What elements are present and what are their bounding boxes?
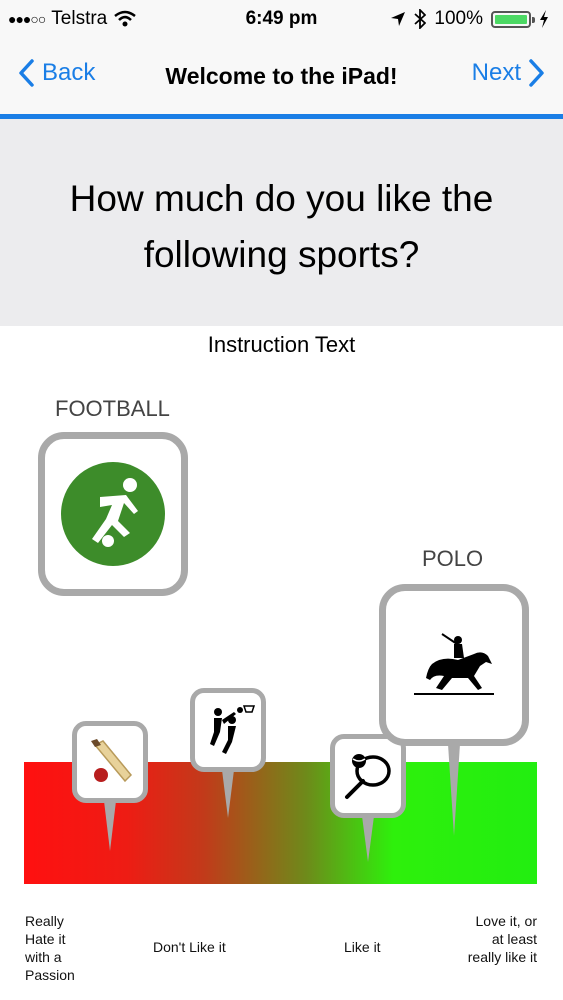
netball-pin-stem	[222, 770, 234, 818]
netball-tile[interactable]	[190, 688, 266, 772]
football-player-icon	[61, 462, 165, 566]
scale-label-love: Love it, or at least really like it	[467, 913, 537, 965]
tennis-pin-stem	[362, 816, 374, 862]
tennis-racket-ball-icon	[345, 754, 391, 799]
status-right: 100%	[390, 8, 549, 30]
battery-percentage: 100%	[434, 8, 483, 29]
instruction-text: Instruction Text	[207, 332, 356, 357]
question-panel: How much do you like the following sport…	[0, 119, 563, 326]
question-text: How much do you like the following sport…	[69, 178, 494, 275]
next-button-label: Next	[471, 59, 521, 86]
navigation-bar: Back Welcome to the iPad! Next	[0, 38, 563, 116]
polo-tile[interactable]	[379, 584, 529, 746]
football-tile[interactable]	[38, 432, 188, 596]
charging-bolt-icon	[540, 10, 548, 28]
next-button[interactable]: Next	[472, 59, 545, 87]
polo-pin-stem	[448, 744, 460, 836]
tennis-tile[interactable]	[330, 734, 406, 818]
scale-label-dont-like: Don't Like it	[153, 939, 226, 955]
chevron-right-icon	[529, 59, 544, 87]
polo-horse-rider-icon	[414, 633, 494, 695]
polo-label: POLO	[422, 546, 484, 571]
cricket-bat-ball-icon	[91, 739, 133, 783]
cricket-pin-stem	[104, 801, 116, 851]
bluetooth-icon	[414, 9, 427, 29]
football-label: FOOTBALL	[55, 396, 170, 421]
cricket-tile[interactable]	[72, 721, 148, 803]
scale-label-hate: Really Hate it with a Passion	[25, 913, 75, 983]
status-bar: ●●●○○ Telstra 6:49 pm 100%	[0, 0, 563, 38]
netball-players-icon	[210, 705, 256, 754]
location-arrow-icon	[391, 12, 406, 26]
scale-label-like: Like it	[344, 939, 381, 955]
battery-icon	[491, 10, 535, 28]
